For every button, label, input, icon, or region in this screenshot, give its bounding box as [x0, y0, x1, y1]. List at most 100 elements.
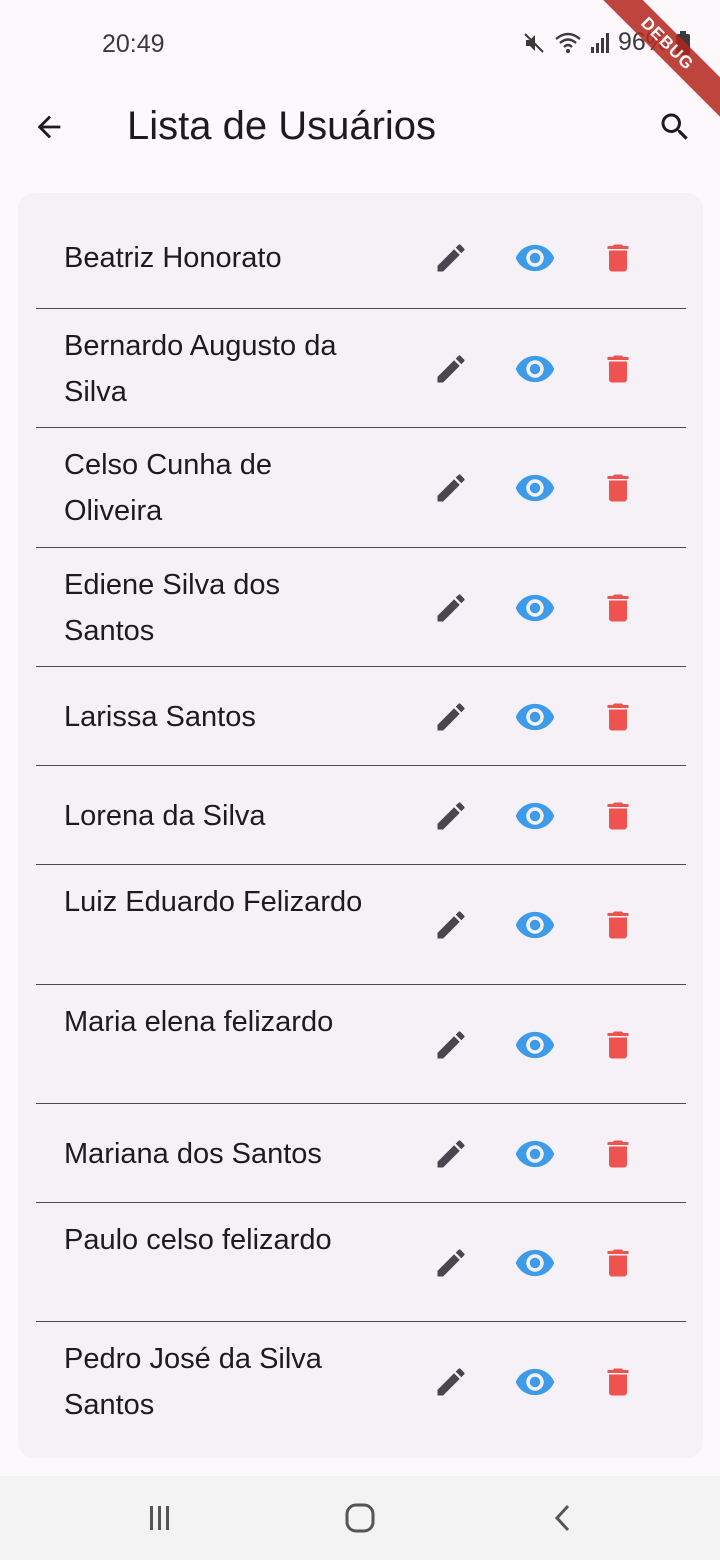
edit-icon: [437, 911, 465, 939]
edit-icon: [437, 593, 465, 621]
search-button[interactable]: [652, 104, 698, 150]
edit-icon: [437, 801, 465, 829]
delete-button[interactable]: [594, 1130, 642, 1178]
view-button[interactable]: [511, 234, 559, 282]
eye-icon: [515, 1368, 555, 1396]
edit-icon: [437, 354, 465, 382]
edit-button[interactable]: [427, 584, 475, 632]
user-list: Beatriz Honorato Bernardo Augusto da Silv…: [18, 193, 703, 1458]
user-name: Lorena da Silva: [64, 799, 266, 832]
user-row[interactable]: Celso Cunha de Oliveira: [36, 428, 686, 548]
edit-icon: [437, 1139, 465, 1167]
trash-icon: [607, 244, 629, 271]
home-button[interactable]: [340, 1498, 380, 1538]
trash-icon: [607, 1140, 629, 1167]
view-button[interactable]: [511, 901, 559, 949]
user-name: Mariana dos Santos: [64, 1137, 322, 1170]
edit-icon: [437, 1030, 465, 1058]
view-button[interactable]: [511, 693, 559, 741]
delete-button[interactable]: [594, 792, 642, 840]
edit-button[interactable]: [427, 901, 475, 949]
trash-icon: [607, 1249, 629, 1276]
eye-icon: [515, 244, 555, 271]
view-button[interactable]: [511, 1239, 559, 1287]
user-name: Celso Cunha de Oliveira: [64, 449, 272, 527]
user-row[interactable]: Pedro José da Silva Santos: [36, 1322, 686, 1442]
user-row[interactable]: Bernardo Augusto da Silva: [36, 309, 686, 428]
eye-icon: [515, 594, 555, 621]
back-button[interactable]: [26, 104, 72, 150]
edit-button[interactable]: [427, 1239, 475, 1287]
view-button[interactable]: [511, 1130, 559, 1178]
user-row[interactable]: Maria elena felizardo: [36, 985, 686, 1104]
delete-button[interactable]: [594, 693, 642, 741]
trash-icon: [607, 703, 629, 730]
delete-button[interactable]: [594, 1021, 642, 1069]
trash-icon: [607, 1031, 629, 1058]
arrow-back-icon: [37, 115, 61, 139]
recent-apps-icon: [150, 1506, 169, 1530]
recent-apps-button[interactable]: [139, 1498, 179, 1538]
system-nav-bar: [0, 1476, 720, 1560]
edit-button[interactable]: [427, 1358, 475, 1406]
user-name: Maria elena felizardo: [64, 1005, 334, 1038]
status-time: 20:49: [102, 30, 165, 58]
edit-icon: [437, 702, 465, 730]
trash-icon: [607, 1368, 629, 1396]
view-button[interactable]: [511, 584, 559, 632]
status-bar: 20:49 96%: [0, 0, 720, 92]
edit-button[interactable]: [427, 693, 475, 741]
edit-icon: [437, 1248, 465, 1276]
page-title: Lista de Usuários: [127, 104, 437, 148]
home-icon: [345, 1503, 375, 1533]
trash-icon: [607, 594, 629, 621]
user-row[interactable]: Luiz Eduardo Felizardo: [36, 865, 686, 985]
user-row[interactable]: Paulo celso felizardo: [36, 1203, 686, 1322]
user-row[interactable]: Mariana dos Santos: [36, 1104, 686, 1203]
eye-icon: [515, 474, 555, 502]
eye-icon: [515, 1031, 555, 1058]
user-name: Ediene Silva dos Santos: [64, 568, 281, 647]
delete-button[interactable]: [594, 234, 642, 282]
edit-button[interactable]: [427, 234, 475, 282]
view-button[interactable]: [511, 1021, 559, 1069]
eye-icon: [515, 1249, 555, 1276]
trash-icon: [607, 474, 629, 502]
delete-button[interactable]: [594, 584, 642, 632]
app-bar: Lista de Usuários: [0, 92, 720, 162]
trash-icon: [607, 911, 629, 939]
view-button[interactable]: [511, 1358, 559, 1406]
delete-button[interactable]: [594, 1239, 642, 1287]
delete-button[interactable]: [594, 345, 642, 393]
user-name: Pedro José da Silva Santos: [64, 1343, 322, 1421]
user-row[interactable]: Beatriz Honorato: [36, 206, 686, 309]
trash-icon: [607, 802, 629, 829]
user-name: Bernardo Augusto da Silva: [64, 329, 337, 408]
eye-icon: [515, 355, 555, 382]
edit-button[interactable]: [427, 345, 475, 393]
view-button[interactable]: [511, 345, 559, 393]
nav-back-button[interactable]: [543, 1498, 583, 1538]
user-name: Luiz Eduardo Felizardo: [64, 886, 363, 918]
delete-button[interactable]: [594, 464, 642, 512]
back-icon: [554, 1504, 570, 1532]
user-name: Paulo celso felizardo: [64, 1223, 332, 1256]
user-row[interactable]: Larissa Santos: [36, 667, 686, 766]
delete-button[interactable]: [594, 1358, 642, 1406]
eye-icon: [515, 703, 555, 730]
eye-icon: [515, 911, 555, 939]
edit-button[interactable]: [427, 1130, 475, 1178]
eye-icon: [515, 802, 555, 829]
edit-button[interactable]: [427, 792, 475, 840]
battery-icon: [676, 30, 690, 55]
edit-button[interactable]: [427, 464, 475, 512]
edit-icon: [437, 474, 465, 502]
edit-icon: [437, 243, 465, 271]
edit-icon: [437, 1368, 465, 1396]
user-row[interactable]: Ediene Silva dos Santos: [36, 548, 686, 667]
delete-button[interactable]: [594, 901, 642, 949]
view-button[interactable]: [511, 464, 559, 512]
view-button[interactable]: [511, 792, 559, 840]
edit-button[interactable]: [427, 1021, 475, 1069]
user-row[interactable]: Lorena da Silva: [36, 766, 686, 865]
